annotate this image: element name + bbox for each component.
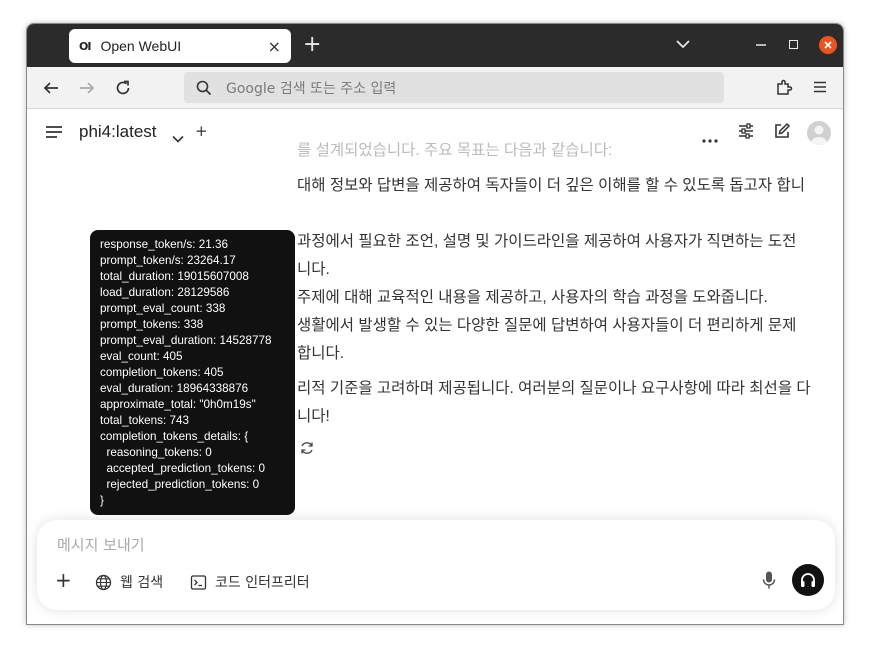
tooltip-line: approximate_total: "0h0m19s" (100, 398, 256, 411)
browser-menu-icon[interactable] (811, 78, 829, 100)
address-bar[interactable]: Google 검색 또는 주소 입력 (184, 72, 724, 103)
code-interpreter-label: 코드 인터프리터 (215, 575, 310, 591)
model-chevron-down-icon[interactable] (172, 128, 184, 147)
more-options-icon[interactable] (701, 129, 719, 148)
tooltip-line: accepted_prediction_tokens: 0 (100, 462, 266, 475)
window-close-button[interactable] (819, 36, 837, 54)
window-minimize-button[interactable] (755, 36, 767, 56)
browser-tab[interactable]: OI Open WebUI × (69, 29, 291, 63)
tooltip-line: rejected_prediction_tokens: 0 (100, 478, 260, 491)
message-line: 과정에서 필요한 조언, 설명 및 가이드라인을 제공하여 사용자가 직면하는 … (297, 233, 797, 250)
forward-arrow-icon[interactable] (77, 78, 97, 98)
message-line: 합니다. (297, 345, 345, 362)
web-search-button[interactable]: 웹 검색 (95, 572, 163, 592)
controls-sliders-icon[interactable] (737, 122, 755, 144)
user-avatar[interactable] (807, 121, 831, 145)
tooltip-line: eval_duration: 18964338876 (100, 382, 249, 395)
message-line: 를 설계되었습니다. 주요 목표는 다음과 같습니다: (297, 142, 613, 159)
code-interpreter-button[interactable]: 코드 인터프리터 (190, 572, 310, 592)
model-selector[interactable]: phi4:latest (79, 122, 157, 142)
tooltip-line: eval_count: 405 (100, 350, 183, 363)
message-input[interactable]: 메시지 보내기 (57, 534, 145, 555)
address-placeholder: Google 검색 또는 주소 입력 (226, 80, 397, 97)
web-search-label: 웹 검색 (120, 575, 164, 591)
new-chat-edit-icon[interactable] (773, 122, 791, 144)
tooltip-line: prompt_eval_duration: 14528778 (100, 334, 272, 347)
microphone-icon[interactable] (761, 570, 777, 594)
generation-info-tooltip: response_token/s: 21.36 prompt_token/s: 2… (90, 230, 295, 515)
tooltip-line: prompt_token/s: 23264.17 (100, 254, 236, 267)
new-tab-button[interactable]: + (303, 34, 321, 56)
tooltip-line: response_token/s: 21.36 (100, 238, 229, 251)
message-line: 니다. (297, 261, 330, 278)
openwebui-favicon-icon: OI (79, 39, 91, 53)
message-line: 대해 정보와 답변을 제공하여 독자들이 더 깊은 이해를 할 수 있도록 돕고… (297, 177, 805, 194)
tooltip-line: load_duration: 28129586 (100, 286, 230, 299)
search-icon (196, 80, 212, 95)
tooltip-line: completion_tokens_details: { (100, 430, 249, 443)
tooltip-line: total_tokens: 743 (100, 414, 190, 427)
tooltip-line: total_duration: 19015607008 (100, 270, 249, 283)
tab-title: Open WebUI (100, 38, 182, 54)
tooltip-line: } (100, 494, 104, 507)
message-line: 니다! (297, 408, 330, 425)
sidebar-toggle-icon[interactable] (45, 124, 63, 144)
window-maximize-button[interactable] (789, 40, 798, 49)
tooltip-line: reasoning_tokens: 0 (100, 446, 212, 459)
attach-plus-button[interactable]: + (55, 568, 72, 592)
tooltip-line: completion_tokens: 405 (100, 366, 224, 379)
message-composer: 메시지 보내기 + 웹 검색 코드 인터프리터 (37, 520, 835, 610)
back-arrow-icon[interactable] (41, 78, 61, 98)
browser-toolbar: Google 검색 또는 주소 입력 (27, 67, 843, 109)
browser-window: OI Open WebUI × + Google 검색 또는 주소 입력 phi… (26, 23, 844, 625)
voice-mode-headphones-icon[interactable] (792, 564, 824, 596)
reload-icon[interactable] (113, 78, 133, 98)
terminal-icon (190, 574, 207, 590)
globe-icon (95, 574, 112, 590)
message-line: 리적 기준을 고려하며 제공됩니다. 여러분의 질문이나 요구사항에 따라 최선… (297, 380, 811, 397)
message-line: 생활에서 발생할 수 있는 다양한 질문에 답변하여 사용자들이 더 편리하게 … (297, 317, 797, 334)
add-model-button[interactable]: + (195, 122, 208, 140)
tab-close-button[interactable]: × (268, 37, 281, 56)
tab-list-chevron-icon[interactable] (675, 36, 691, 56)
regenerate-icon[interactable] (293, 434, 321, 462)
extensions-puzzle-icon[interactable] (775, 78, 793, 100)
title-bar: OI Open WebUI × + (27, 24, 843, 67)
tooltip-line: prompt_tokens: 338 (100, 318, 204, 331)
openwebui-page: phi4:latest + 를 설계되었습니다. 주요 목표는 다음과 같습니다… (27, 110, 843, 624)
tooltip-line: prompt_eval_count: 338 (100, 302, 226, 315)
message-line: 주제에 대해 교육적인 내용을 제공하고, 사용자의 학습 과정을 도와줍니다. (297, 289, 768, 306)
